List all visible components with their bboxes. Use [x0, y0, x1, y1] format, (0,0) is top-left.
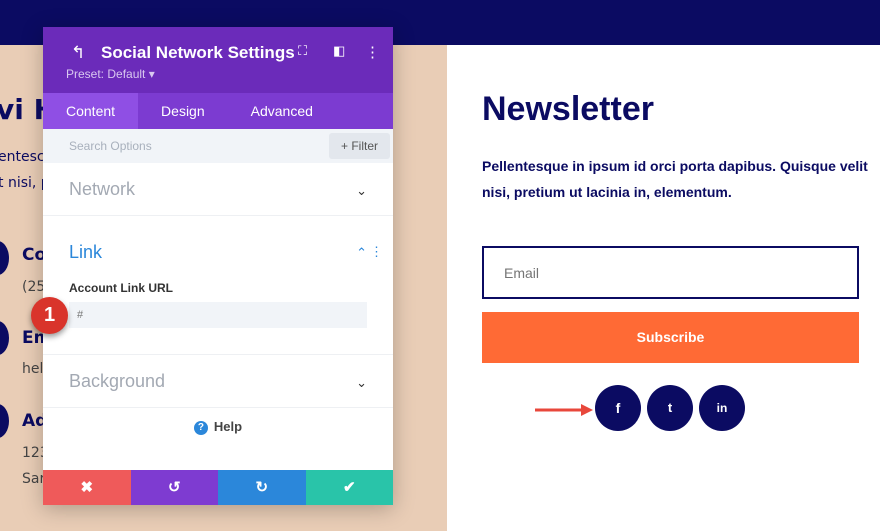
filter-button[interactable]: + Filter	[329, 133, 390, 159]
chevron-up-icon[interactable]: ⌃	[356, 245, 367, 261]
panel-header: ↰ Social Network Settings Preset: Defaul…	[43, 27, 393, 93]
section-title: Network	[69, 179, 136, 199]
panel-title: Social Network Settings	[101, 43, 295, 62]
panel-footer: ✖ ↺ ↻ ✔	[43, 470, 393, 505]
twitter-icon[interactable]: t	[647, 385, 693, 431]
contact-item-value: Sar	[22, 471, 46, 487]
section-menu-icon[interactable]: ⋮	[370, 244, 383, 260]
newsletter-text: Pellentesque in ipsum id orci porta dapi…	[482, 158, 868, 200]
newsletter-title: Newsletter	[482, 90, 654, 128]
account-link-url-input[interactable]	[69, 302, 367, 328]
contact-item-value: (25	[22, 279, 46, 295]
tab-content[interactable]: Content	[43, 93, 139, 129]
help-icon: ?	[193, 421, 208, 435]
subscribe-button[interactable]: Subscribe	[482, 312, 859, 363]
email-icon	[0, 321, 9, 355]
help-label: Help	[213, 419, 243, 434]
save-button[interactable]: ✔	[305, 470, 393, 505]
phone-icon	[0, 241, 9, 275]
fullscreen-icon[interactable]: ⛶	[298, 43, 307, 59]
more-options-icon[interactable]: ⋮	[365, 43, 380, 61]
linkedin-icon[interactable]: in	[699, 385, 745, 431]
section-title: Background	[69, 371, 166, 391]
preset-dropdown[interactable]: Preset: Default ▾	[66, 67, 155, 81]
address-icon	[0, 404, 9, 438]
sidebar-toggle-icon[interactable]: ◧	[333, 43, 345, 59]
contact-text: entesc	[0, 149, 45, 165]
tab-advanced[interactable]: Advanced	[228, 93, 336, 129]
arrow-pointer-icon	[535, 404, 593, 416]
section-network[interactable]: Network ⌄	[43, 163, 393, 216]
facebook-icon[interactable]: f	[595, 385, 641, 431]
section-title[interactable]: Link	[69, 242, 102, 263]
contact-item-value: hel	[22, 361, 44, 377]
tab-design[interactable]: Design	[138, 93, 228, 129]
chevron-down-icon[interactable]: ⌄	[356, 375, 367, 391]
settings-panel: ↰ Social Network Settings Preset: Defaul…	[43, 27, 393, 505]
search-options-input[interactable]: Search Options + Filter	[43, 129, 393, 163]
account-link-url-label: Account Link URL	[69, 281, 173, 295]
search-placeholder: Search Options	[69, 139, 152, 153]
undo-button[interactable]: ↺	[130, 470, 218, 505]
back-icon[interactable]: ↰	[71, 43, 85, 63]
step-badge: 1	[31, 297, 68, 334]
email-input[interactable]	[482, 246, 859, 299]
section-background[interactable]: Background ⌄	[43, 355, 393, 408]
cancel-button[interactable]: ✖	[43, 470, 131, 505]
redo-button[interactable]: ↻	[218, 470, 306, 505]
help-link[interactable]: ? Help	[43, 408, 393, 445]
chevron-down-icon[interactable]: ⌄	[356, 183, 367, 199]
section-link: Link ⌃ ⋮ Account Link URL	[43, 216, 393, 355]
panel-tabs: Content Design Advanced	[43, 93, 393, 129]
